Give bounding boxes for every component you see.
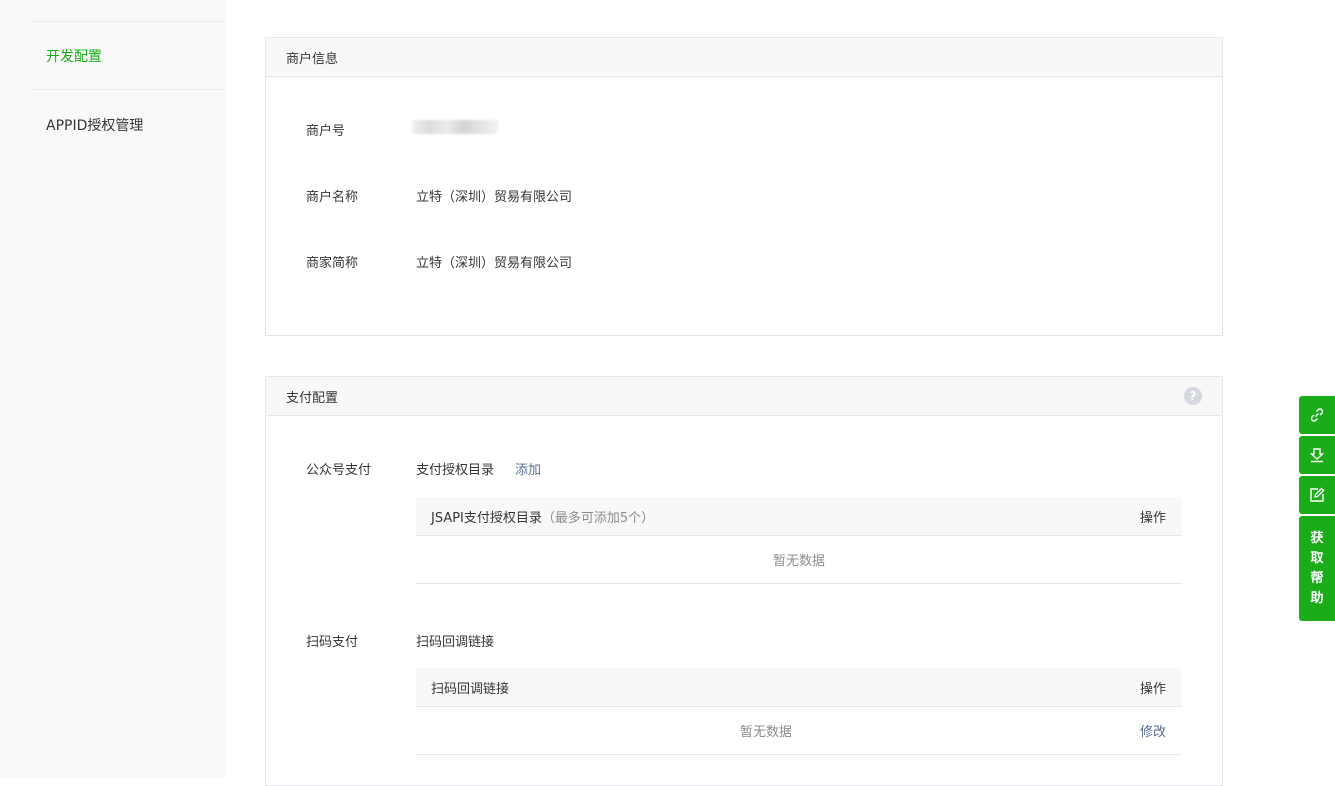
empty-text: 暂无数据 <box>772 554 825 569</box>
official-account-pay-label: 公众号支付 <box>306 463 372 478</box>
table-header-title: JSAPI支付授权目录（最多可添加5个） <box>431 507 654 526</box>
sidebar-item-appid-auth[interactable]: APPID授权管理 <box>32 91 224 159</box>
download-button[interactable] <box>1299 436 1335 474</box>
empty-row: 暂无数据 <box>416 536 1182 584</box>
merchant-id-label: 商户号 <box>306 124 346 139</box>
sidebar: 开发配置 APPID授权管理 <box>0 0 226 778</box>
help-icon[interactable]: ? <box>1184 387 1202 405</box>
table-row: 暂无数据 修改 <box>416 707 1182 755</box>
link-button[interactable] <box>1299 396 1335 434</box>
action-header: 操作 <box>1139 510 1166 526</box>
table-header: 扫码回调链接 操作 <box>416 668 1182 707</box>
sidebar-item-label: APPID授权管理 <box>46 118 144 134</box>
scan-callback-header: 扫码回调链接 <box>431 681 510 697</box>
edit-callback-link[interactable]: 修改 <box>1140 721 1166 740</box>
sidebar-item-dev-config[interactable]: 开发配置 <box>32 22 224 90</box>
download-icon <box>1309 448 1325 463</box>
floating-toolbar: 获 取 帮 助 <box>1299 396 1335 621</box>
table-header: JSAPI支付授权目录（最多可添加5个） 操作 <box>416 497 1182 536</box>
empty-text: 暂无数据 <box>740 725 793 740</box>
merchant-short-name-value: 立特（深圳）贸易有限公司 <box>416 256 573 271</box>
merchant-short-name-label: 商家简称 <box>306 256 359 271</box>
scan-callback-label: 扫码回调链接 <box>416 635 495 650</box>
merchant-info-panel: 商户信息 商户号 商户名称 立特（深圳）贸易有限公司 商家简称 立特（深圳）贸易… <box>265 37 1223 336</box>
scan-callback-table: 扫码回调链接 操作 暂无数据 修改 <box>416 668 1182 755</box>
help-char: 获 <box>1310 530 1324 546</box>
get-help-button[interactable]: 获 取 帮 助 <box>1299 516 1335 621</box>
jsapi-dir-table: JSAPI支付授权目录（最多可添加5个） 操作 暂无数据 <box>416 497 1182 584</box>
merchant-name-label: 商户名称 <box>306 190 359 205</box>
link-icon <box>1310 408 1324 422</box>
edit-icon <box>1310 487 1325 502</box>
jsapi-header-note: （最多可添加5个） <box>541 510 655 526</box>
help-char: 帮 <box>1310 570 1324 586</box>
merchant-info-header: 商户信息 <box>266 38 1222 77</box>
sidebar-item-label: 开发配置 <box>46 48 102 65</box>
scan-pay-label: 扫码支付 <box>306 635 359 650</box>
merchant-name-value: 立特（深圳）贸易有限公司 <box>416 190 573 205</box>
action-header: 操作 <box>1139 681 1166 697</box>
panel-title: 商户信息 <box>286 51 339 67</box>
help-char: 助 <box>1310 590 1324 606</box>
merchant-id-redacted <box>412 120 498 134</box>
jsapi-header: JSAPI支付授权目录 <box>431 510 542 526</box>
feedback-button[interactable] <box>1299 476 1335 514</box>
help-char: 取 <box>1310 550 1324 566</box>
payment-config-panel: 支付配置 ? 公众号支付 支付授权目录 添加 JSAPI支付授权目录（最多可添加… <box>265 376 1223 786</box>
panel-title: 支付配置 <box>286 390 339 406</box>
payment-config-header: 支付配置 ? <box>266 377 1222 416</box>
add-auth-dir-link[interactable]: 添加 <box>515 459 541 478</box>
auth-dir-label: 支付授权目录 <box>416 463 495 478</box>
